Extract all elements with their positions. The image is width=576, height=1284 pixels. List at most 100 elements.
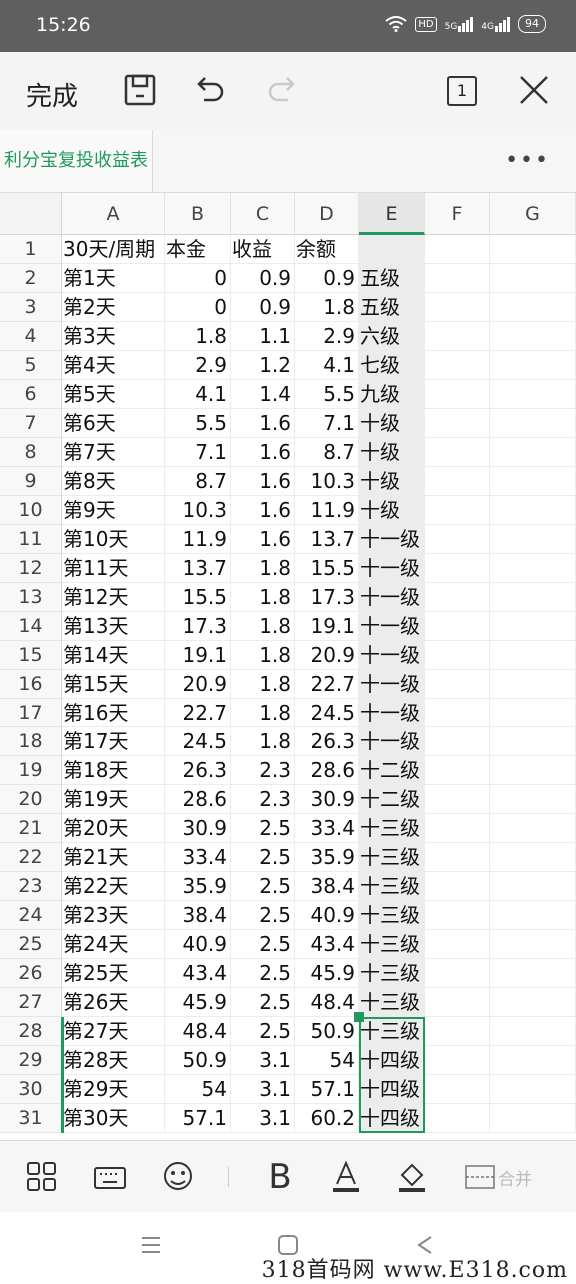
cell-a30[interactable]: 第29天 xyxy=(62,1075,165,1105)
cell-c1[interactable]: 收益 xyxy=(231,235,295,264)
cell-c3[interactable]: 0.9 xyxy=(231,292,295,322)
cell-e13[interactable]: 十一级 xyxy=(359,582,425,612)
cell-e29[interactable]: 十四级 xyxy=(359,1046,425,1076)
cell-b25[interactable]: 40.9 xyxy=(165,930,231,960)
cell-c9[interactable]: 1.6 xyxy=(231,466,295,496)
cell-g25[interactable] xyxy=(490,930,576,960)
row-header[interactable]: 28 xyxy=(0,1017,62,1047)
cell-c19[interactable]: 2.3 xyxy=(231,756,295,786)
cell-c30[interactable]: 3.1 xyxy=(231,1075,295,1105)
apps-icon[interactable] xyxy=(22,1155,62,1199)
cell-e30[interactable]: 十四级 xyxy=(359,1075,425,1105)
cell-f18[interactable] xyxy=(425,727,490,757)
cell-d17[interactable]: 24.5 xyxy=(295,698,359,728)
cell-c21[interactable]: 2.5 xyxy=(231,814,295,844)
cell-e31[interactable]: 十四级 xyxy=(359,1104,425,1134)
cell-d25[interactable]: 43.4 xyxy=(295,930,359,960)
cell-g18[interactable] xyxy=(490,727,576,757)
cell-g29[interactable] xyxy=(490,1046,576,1076)
cell-c31[interactable]: 3.1 xyxy=(231,1104,295,1134)
column-header-e[interactable]: E xyxy=(359,193,425,235)
cell-a8[interactable]: 第7天 xyxy=(62,437,165,467)
cell-b17[interactable]: 22.7 xyxy=(165,698,231,728)
cell-a7[interactable]: 第6天 xyxy=(62,408,165,438)
cell-d4[interactable]: 2.9 xyxy=(295,321,359,351)
cell-d14[interactable]: 19.1 xyxy=(295,611,359,641)
row-header[interactable]: 22 xyxy=(0,843,62,873)
cell-a26[interactable]: 第25天 xyxy=(62,959,165,989)
cell-f6[interactable] xyxy=(425,379,490,409)
cell-b28[interactable]: 48.4 xyxy=(165,1017,231,1047)
cell-d9[interactable]: 10.3 xyxy=(295,466,359,496)
row-header[interactable]: 5 xyxy=(0,350,62,380)
cell-c11[interactable]: 1.6 xyxy=(231,524,295,554)
cell-a20[interactable]: 第19天 xyxy=(62,785,165,815)
cell-e5[interactable]: 七级 xyxy=(359,350,425,380)
merge-cells-button[interactable]: 合并 xyxy=(464,1155,568,1199)
row-header[interactable]: 14 xyxy=(0,611,62,641)
cell-g31[interactable] xyxy=(490,1104,576,1134)
cell-d24[interactable]: 40.9 xyxy=(295,901,359,931)
cell-e8[interactable]: 十级 xyxy=(359,437,425,467)
cell-c8[interactable]: 1.6 xyxy=(231,437,295,467)
sheet-title[interactable]: 利分宝复投收益表 xyxy=(0,130,153,192)
cell-b21[interactable]: 30.9 xyxy=(165,814,231,844)
row-header[interactable]: 11 xyxy=(0,524,62,554)
row-header[interactable]: 12 xyxy=(0,553,62,583)
cell-d15[interactable]: 20.9 xyxy=(295,640,359,670)
cell-f23[interactable] xyxy=(425,872,490,902)
cell-g14[interactable] xyxy=(490,611,576,641)
cell-a14[interactable]: 第13天 xyxy=(62,611,165,641)
cell-f21[interactable] xyxy=(425,814,490,844)
close-icon[interactable] xyxy=(516,72,552,108)
save-icon[interactable] xyxy=(122,72,158,108)
cell-f12[interactable] xyxy=(425,553,490,583)
cell-a27[interactable]: 第26天 xyxy=(62,988,165,1018)
cell-c7[interactable]: 1.6 xyxy=(231,408,295,438)
undo-icon[interactable] xyxy=(192,72,228,108)
cell-e3[interactable]: 五级 xyxy=(359,292,425,322)
cell-a16[interactable]: 第15天 xyxy=(62,669,165,699)
cell-c5[interactable]: 1.2 xyxy=(231,350,295,380)
cell-a1[interactable]: 30天/周期 xyxy=(62,235,165,264)
cell-c15[interactable]: 1.8 xyxy=(231,640,295,670)
cell-a28[interactable]: 第27天 xyxy=(62,1017,165,1047)
row-header[interactable]: 31 xyxy=(0,1104,62,1134)
cell-b19[interactable]: 26.3 xyxy=(165,756,231,786)
cell-d28[interactable]: 50.9 xyxy=(295,1017,359,1047)
cell-e26[interactable]: 十三级 xyxy=(359,959,425,989)
row-header[interactable]: 27 xyxy=(0,988,62,1018)
cell-g1[interactable] xyxy=(490,235,576,264)
cell-g19[interactable] xyxy=(490,756,576,786)
cell-e9[interactable]: 十级 xyxy=(359,466,425,496)
cell-d31[interactable]: 60.2 xyxy=(295,1104,359,1134)
cell-d30[interactable]: 57.1 xyxy=(295,1075,359,1105)
cell-e18[interactable]: 十一级 xyxy=(359,727,425,757)
cell-g8[interactable] xyxy=(490,437,576,467)
cell-g17[interactable] xyxy=(490,698,576,728)
row-header[interactable]: 21 xyxy=(0,814,62,844)
cell-c22[interactable]: 2.5 xyxy=(231,843,295,873)
cell-b2[interactable]: 0 xyxy=(165,263,231,293)
cell-b3[interactable]: 0 xyxy=(165,292,231,322)
cell-c26[interactable]: 2.5 xyxy=(231,959,295,989)
cell-b12[interactable]: 13.7 xyxy=(165,553,231,583)
cell-c6[interactable]: 1.4 xyxy=(231,379,295,409)
cell-f24[interactable] xyxy=(425,901,490,931)
row-header[interactable]: 10 xyxy=(0,495,62,525)
cell-g6[interactable] xyxy=(490,379,576,409)
cell-c12[interactable]: 1.8 xyxy=(231,553,295,583)
cell-a5[interactable]: 第4天 xyxy=(62,350,165,380)
column-header-f[interactable]: F xyxy=(425,193,490,235)
cell-f4[interactable] xyxy=(425,321,490,351)
selection-handle[interactable] xyxy=(354,1012,364,1023)
cell-b6[interactable]: 4.1 xyxy=(165,379,231,409)
cell-d27[interactable]: 48.4 xyxy=(295,988,359,1018)
cell-e1[interactable] xyxy=(359,235,425,264)
cell-g11[interactable] xyxy=(490,524,576,554)
cell-a9[interactable]: 第8天 xyxy=(62,466,165,496)
cell-e10[interactable]: 十级 xyxy=(359,495,425,525)
cell-b16[interactable]: 20.9 xyxy=(165,669,231,699)
cell-b5[interactable]: 2.9 xyxy=(165,350,231,380)
cell-d10[interactable]: 11.9 xyxy=(295,495,359,525)
